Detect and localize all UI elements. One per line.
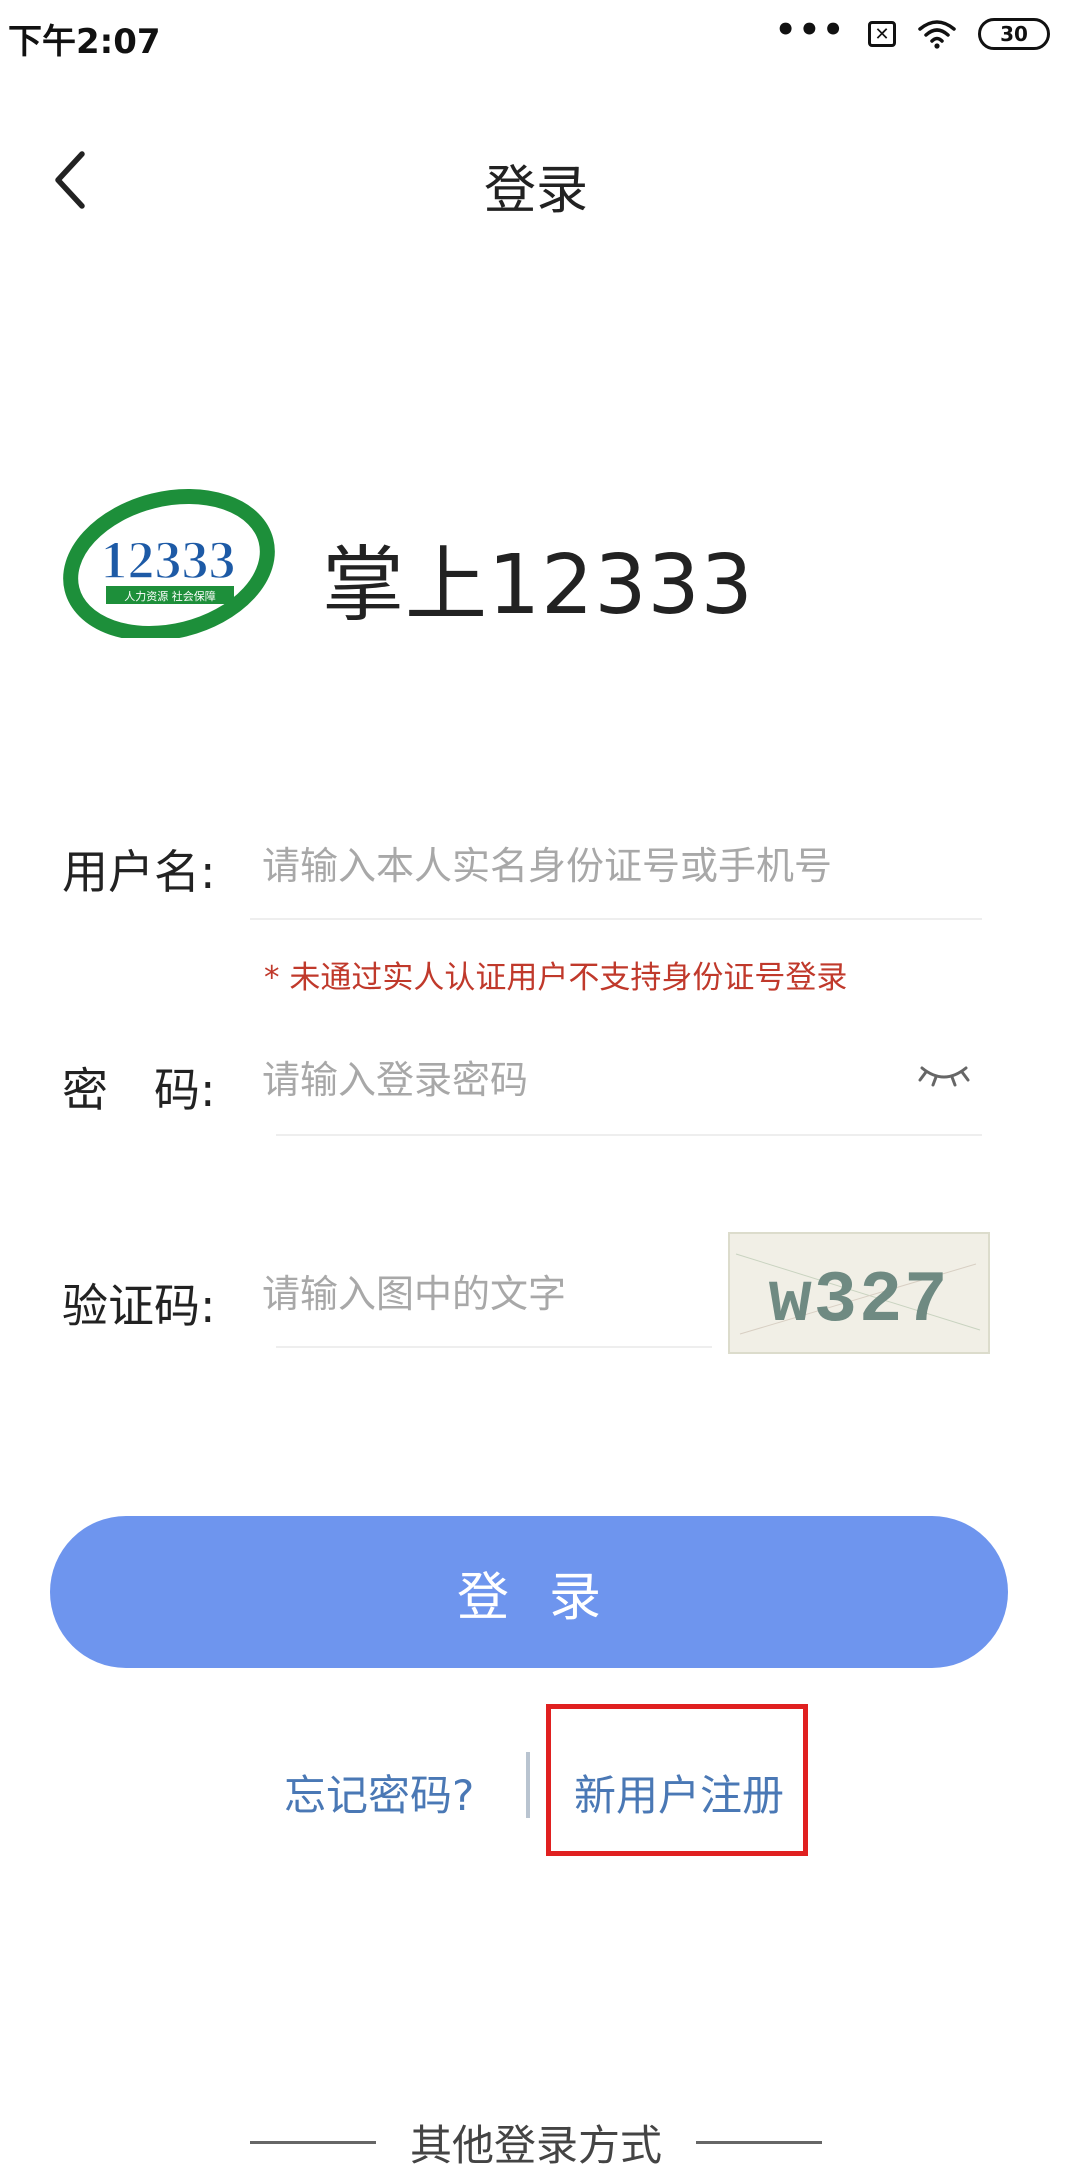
captcha-input[interactable] [262,1266,702,1322]
app-logo: 12333 人力资源 社会保障 [63,489,275,638]
captcha-image[interactable]: w327 [728,1232,990,1354]
status-icons: ••• ✕ 30 [774,10,1050,54]
links-divider [526,1752,530,1818]
eye-closed-icon [918,1066,970,1087]
battery-icon: 30 [978,18,1050,50]
forgot-password-link[interactable]: 忘记密码? [284,1762,474,1823]
logo-number: 12333 [101,530,236,590]
more-dots-icon: ••• [774,10,846,50]
status-time: 下午2:07 [8,22,161,62]
password-input[interactable] [262,1052,882,1108]
captcha-label: 验证码: [62,1279,216,1333]
wifi-icon [918,20,956,49]
password-visibility-toggle[interactable] [912,1050,976,1100]
other-login-row: 其他登录方式 [0,2112,1072,2173]
login-button[interactable]: 登录 [50,1516,1008,1668]
logo-subtext: 人力资源 社会保障 [124,589,216,603]
username-label: 用户名: [62,845,216,899]
username-hint: * 未通过实人认证用户不支持身份证号登录 [264,960,848,996]
username-input[interactable] [262,838,982,894]
password-label: 密 码: [62,1063,216,1117]
no-sim-icon: ✕ [868,21,896,47]
username-underline [250,918,982,920]
left-divider-line [249,2141,376,2144]
register-highlight-box [546,1704,808,1856]
page-title: 登录 [483,161,588,221]
captcha-text: w327 [769,1260,950,1342]
other-login-label: 其他登录方式 [409,2121,662,2170]
app-name: 掌上12333 [322,538,754,633]
captcha-underline [276,1346,712,1348]
password-underline [276,1134,982,1136]
right-divider-line [696,2141,822,2144]
